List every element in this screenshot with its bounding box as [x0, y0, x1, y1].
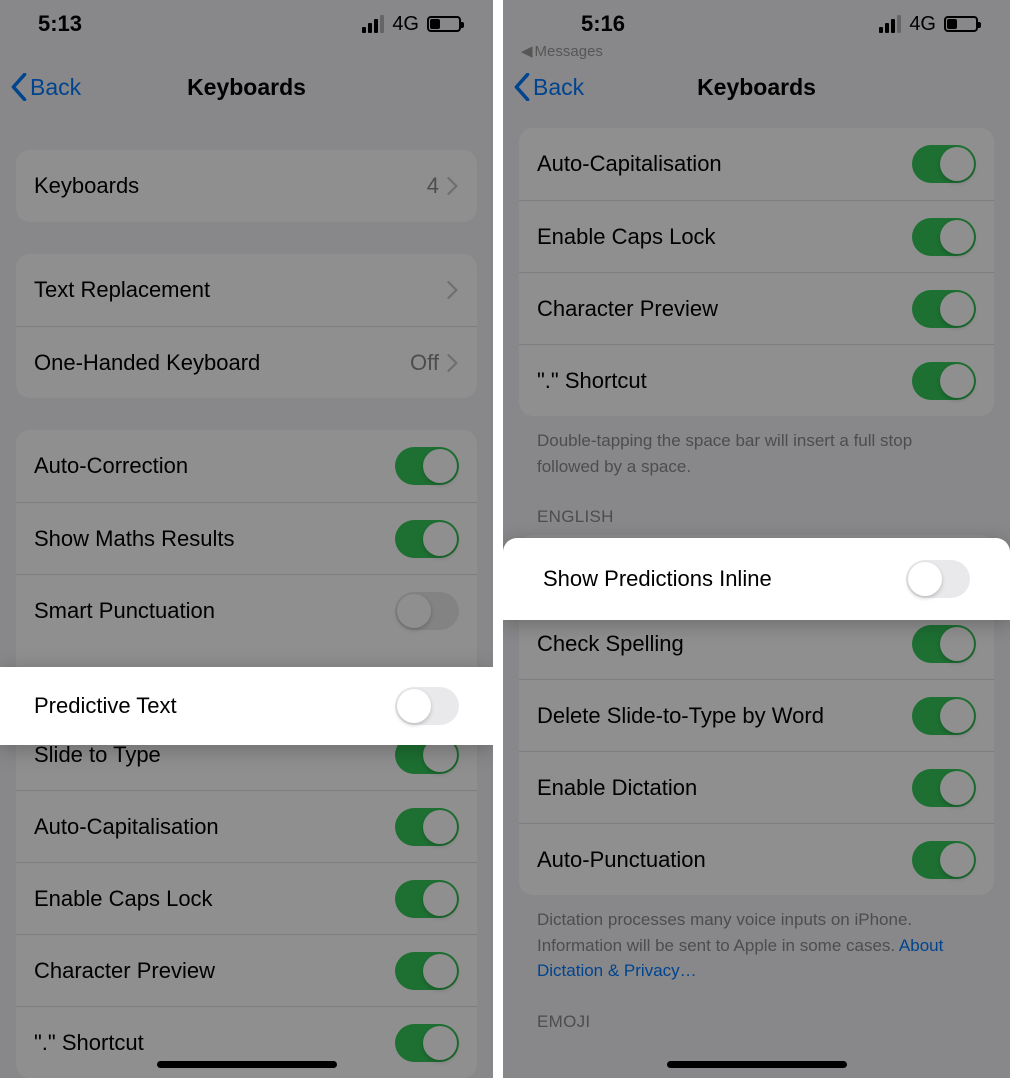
row-value: Off: [410, 350, 439, 376]
row-keyboards[interactable]: Keyboards 4: [16, 150, 477, 222]
row-label: Show Maths Results: [34, 526, 235, 552]
toggle-auto-capitalisation[interactable]: [912, 145, 976, 183]
highlight-predictive-text: Predictive Text: [0, 667, 493, 745]
screenshot-right: 5:16 4G ◀ Messages Back Keyboards Auto-C…: [498, 0, 1010, 1078]
status-time: 5:13: [38, 11, 82, 37]
screenshot-left: 5:13 4G Back Keyboards Keyboards 4: [0, 0, 498, 1078]
row-auto-punctuation[interactable]: Auto-Punctuation: [519, 823, 994, 895]
row-one-handed[interactable]: One-Handed Keyboard Off: [16, 326, 477, 398]
row-label: Enable Caps Lock: [34, 886, 213, 912]
chevron-left-icon: [513, 73, 531, 101]
toggle-auto-correction[interactable]: [395, 447, 459, 485]
status-bar: 5:16 4G: [503, 0, 1010, 48]
cellular-signal-icon: [362, 15, 384, 33]
status-bar: 5:13 4G: [0, 0, 493, 48]
toggle-enable-caps-lock[interactable]: [912, 218, 976, 256]
page-title: Keyboards: [697, 74, 816, 101]
row-predictive-text[interactable]: Predictive Text: [0, 667, 493, 745]
home-indicator[interactable]: [157, 1061, 337, 1068]
back-button[interactable]: Back: [513, 73, 584, 101]
status-right: 4G: [879, 13, 978, 36]
row-show-predictions-inline[interactable]: Show Predictions Inline: [503, 538, 1010, 620]
group-typing-options: Auto-Correction Show Maths Results Smart…: [16, 430, 477, 1078]
row-label: Auto-Capitalisation: [537, 151, 722, 177]
group-keyboards: Keyboards 4: [16, 150, 477, 222]
status-time: 5:16: [581, 11, 625, 37]
toggle-enable-dictation[interactable]: [912, 769, 976, 807]
row-smart-punctuation[interactable]: Smart Punctuation: [16, 574, 477, 646]
toggle-character-preview[interactable]: [912, 290, 976, 328]
row-label: Keyboards: [34, 173, 139, 199]
network-label: 4G: [909, 13, 936, 36]
back-label: Back: [30, 74, 81, 101]
battery-icon: [427, 16, 461, 32]
row-enable-caps-lock[interactable]: Enable Caps Lock: [16, 862, 477, 934]
row-label: Auto-Punctuation: [537, 847, 706, 873]
row-auto-correction[interactable]: Auto-Correction: [16, 430, 477, 502]
toggle-delete-slide-word[interactable]: [912, 697, 976, 735]
row-text-replacement[interactable]: Text Replacement: [16, 254, 477, 326]
toggle-smart-punctuation[interactable]: [395, 592, 459, 630]
row-show-maths[interactable]: Show Maths Results: [16, 502, 477, 574]
row-label: Predictive Text: [34, 693, 177, 719]
row-label: Delete Slide-to-Type by Word: [537, 703, 824, 729]
section-header-emoji: EMOJI: [537, 1012, 994, 1032]
chevron-left-icon: [10, 73, 28, 101]
row-enable-dictation[interactable]: Enable Dictation: [519, 751, 994, 823]
row-label: "." Shortcut: [537, 368, 647, 394]
footer-double-tap: Double-tapping the space bar will insert…: [537, 428, 976, 479]
row-dot-shortcut[interactable]: "." Shortcut: [519, 344, 994, 416]
row-label: Auto-Correction: [34, 453, 188, 479]
chevron-right-icon: [447, 177, 459, 195]
toggle-auto-capitalisation[interactable]: [395, 808, 459, 846]
row-label: Auto-Capitalisation: [34, 814, 219, 840]
nav-header: Back Keyboards: [0, 56, 493, 118]
toggle-enable-caps-lock[interactable]: [395, 880, 459, 918]
row-character-preview[interactable]: Character Preview: [519, 272, 994, 344]
section-header-english: ENGLISH: [537, 507, 994, 527]
row-character-preview[interactable]: Character Preview: [16, 934, 477, 1006]
page-title: Keyboards: [187, 74, 306, 101]
row-label: Character Preview: [34, 958, 215, 984]
row-delete-slide-word[interactable]: Delete Slide-to-Type by Word: [519, 679, 994, 751]
row-value: 4: [427, 173, 439, 199]
row-auto-capitalisation[interactable]: Auto-Capitalisation: [519, 128, 994, 200]
row-label: Text Replacement: [34, 277, 210, 303]
home-indicator[interactable]: [667, 1061, 847, 1068]
back-button[interactable]: Back: [10, 73, 81, 101]
group-typing-options: Auto-Capitalisation Enable Caps Lock Cha…: [519, 128, 994, 416]
group-text-options: Text Replacement One-Handed Keyboard Off: [16, 254, 477, 398]
status-right: 4G: [362, 13, 461, 36]
row-label: Smart Punctuation: [34, 598, 215, 624]
toggle-check-spelling[interactable]: [912, 625, 976, 663]
toggle-dot-shortcut[interactable]: [912, 362, 976, 400]
row-label: Character Preview: [537, 296, 718, 322]
row-auto-capitalisation[interactable]: Auto-Capitalisation: [16, 790, 477, 862]
toggle-show-maths[interactable]: [395, 520, 459, 558]
network-label: 4G: [392, 13, 419, 36]
row-label: "." Shortcut: [34, 1030, 144, 1056]
toggle-show-predictions-inline[interactable]: [906, 560, 970, 598]
row-label: Check Spelling: [537, 631, 684, 657]
row-label: Slide to Type: [34, 742, 161, 768]
row-label: Enable Caps Lock: [537, 224, 716, 250]
toggle-predictive-text[interactable]: [395, 687, 459, 725]
footer-dictation: Dictation processes many voice inputs on…: [537, 907, 976, 984]
row-label: Show Predictions Inline: [543, 566, 772, 592]
toggle-dot-shortcut[interactable]: [395, 1024, 459, 1062]
highlight-show-predictions-inline: Show Predictions Inline: [503, 538, 1010, 620]
toggle-auto-punctuation[interactable]: [912, 841, 976, 879]
nav-header: Back Keyboards: [503, 56, 1010, 118]
row-label: Enable Dictation: [537, 775, 697, 801]
row-label: One-Handed Keyboard: [34, 350, 260, 376]
footer-dictation-text: Dictation processes many voice inputs on…: [537, 910, 912, 955]
chevron-right-icon: [447, 354, 459, 372]
back-label: Back: [533, 74, 584, 101]
cellular-signal-icon: [879, 15, 901, 33]
chevron-right-icon: [447, 281, 459, 299]
toggle-character-preview[interactable]: [395, 952, 459, 990]
battery-icon: [944, 16, 978, 32]
row-enable-caps-lock[interactable]: Enable Caps Lock: [519, 200, 994, 272]
